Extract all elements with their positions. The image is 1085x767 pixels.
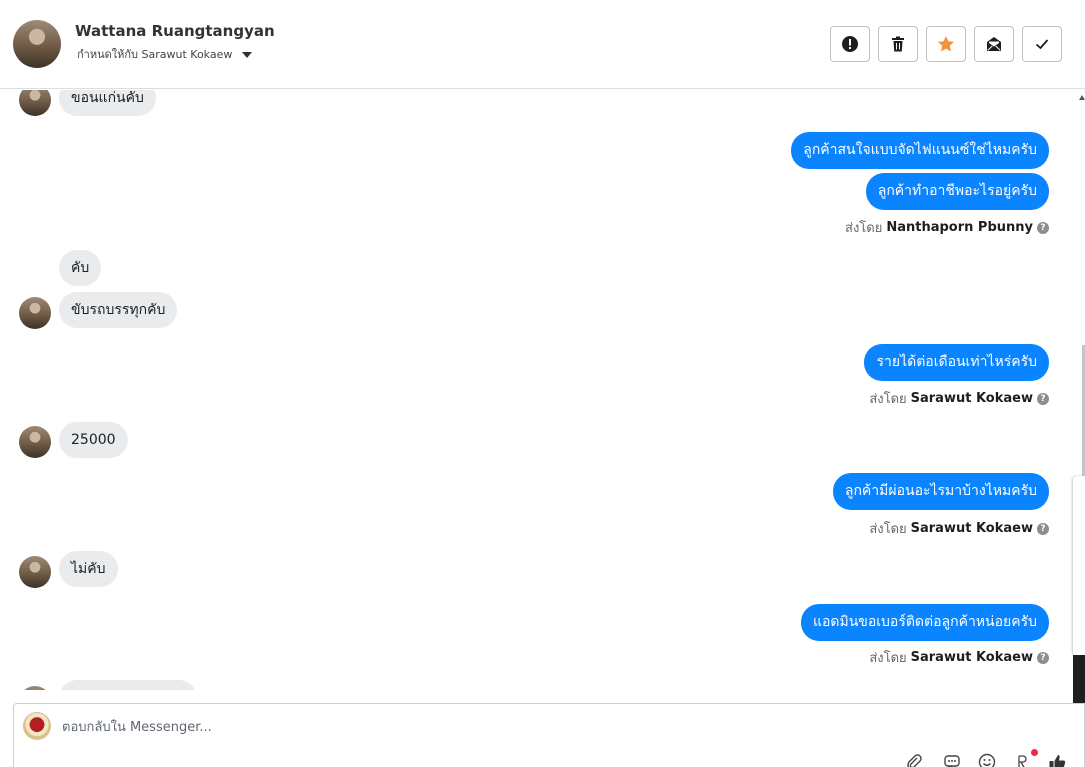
- incoming-message: 25000: [59, 422, 128, 458]
- sent-by-prefix: ส่งโดย: [845, 221, 883, 236]
- done-button[interactable]: [1022, 26, 1062, 62]
- sent-by-info: ส่งโดย Sarawut Kokaew ?: [869, 388, 1049, 409]
- contact-avatar-small: [19, 90, 51, 116]
- mark-unread-button[interactable]: [974, 26, 1014, 62]
- contact-avatar-small: [19, 556, 51, 588]
- star-button[interactable]: [926, 26, 966, 62]
- attach-button[interactable]: [903, 751, 925, 767]
- sent-by-info: ส่งโดย Sarawut Kokaew ?: [869, 518, 1049, 539]
- incoming-message: คับ: [59, 250, 102, 286]
- help-icon[interactable]: ?: [1037, 651, 1049, 664]
- contact-avatar[interactable]: [13, 20, 61, 68]
- paperclip-icon: [907, 754, 922, 767]
- help-icon[interactable]: ?: [1037, 522, 1049, 535]
- saved-reply-icon: [944, 755, 960, 767]
- star-icon: [938, 36, 954, 52]
- message-thread[interactable]: ขอนแก่นคับ ลูกค้าสนใจแบบจัดไฟแนนซ์ใช่ไหม…: [0, 90, 1073, 690]
- alert-circle-icon: [842, 36, 858, 52]
- assignment-selector[interactable]: กำหนดให้กับ Sarawut Kokaew: [77, 45, 253, 63]
- like-button[interactable]: [1046, 751, 1068, 767]
- emoji-icon: [978, 753, 996, 767]
- sent-by-prefix: ส่งโดย: [869, 522, 907, 537]
- emoji-button[interactable]: [976, 751, 998, 767]
- app-button[interactable]: [1011, 751, 1033, 767]
- help-icon[interactable]: ?: [1037, 221, 1049, 234]
- notification-dot: [1031, 749, 1038, 756]
- spam-button[interactable]: [830, 26, 870, 62]
- delete-button[interactable]: [878, 26, 918, 62]
- envelope-icon: [987, 37, 1001, 51]
- reply-input[interactable]: [62, 717, 962, 737]
- incoming-message: ขอนแก่นคับ: [59, 90, 156, 116]
- scroll-up-arrow-icon[interactable]: [1079, 95, 1085, 100]
- incoming-message: ไม่คับ: [59, 551, 118, 587]
- sent-by-prefix: ส่งโดย: [869, 651, 907, 666]
- app-icon: [1018, 755, 1027, 767]
- contact-avatar-small: [19, 297, 51, 329]
- help-icon[interactable]: ?: [1037, 392, 1049, 405]
- sent-by-name: Sarawut Kokaew: [910, 650, 1033, 665]
- thumbs-up-icon: [1049, 755, 1066, 767]
- sent-by-prefix: ส่งโดย: [869, 392, 907, 407]
- sent-by-name: Nanthaporn Pbunny: [886, 220, 1033, 235]
- sent-by-info: ส่งโดย Nanthaporn Pbunny ?: [845, 217, 1049, 238]
- trash-icon: [892, 36, 904, 52]
- chevron-down-icon[interactable]: [242, 51, 253, 58]
- incoming-message-partial: [59, 680, 197, 690]
- contact-name[interactable]: Wattana Ruangtangyan: [75, 22, 275, 40]
- reply-composer: [13, 703, 1085, 767]
- sent-by-name: Sarawut Kokaew: [910, 391, 1033, 406]
- outgoing-message: รายได้ต่อเดือนเท่าไหร่ครับ: [864, 344, 1049, 381]
- sent-by-name: Sarawut Kokaew: [910, 521, 1033, 536]
- assignment-label: กำหนดให้กับ Sarawut Kokaew: [77, 48, 233, 61]
- conversation-header: Wattana Ruangtangyan กำหนดให้กับ Sarawut…: [0, 0, 1085, 89]
- outgoing-message: ลูกค้าสนใจแบบจัดไฟแนนซ์ใช่ไหมครับ: [791, 132, 1049, 169]
- outgoing-message: ลูกค้าทำอาชีพอะไรอยู่ครับ: [865, 173, 1049, 210]
- sent-by-info: ส่งโดย Sarawut Kokaew ?: [869, 647, 1049, 668]
- page-avatar: [23, 712, 51, 740]
- contact-avatar-small: [19, 426, 51, 458]
- saved-reply-button[interactable]: [941, 751, 963, 767]
- outgoing-message: ลูกค้ามีผ่อนอะไรมาบ้างไหมครับ: [832, 473, 1049, 510]
- incoming-message: ขับรถบรรทุกคับ: [59, 292, 178, 328]
- contact-avatar-small: [19, 686, 51, 690]
- check-icon: [1035, 39, 1049, 50]
- side-panel-edge: [1073, 476, 1085, 656]
- outgoing-message: แอดมินขอเบอร์ติดต่อลูกค้าหน่อยครับ: [800, 604, 1049, 641]
